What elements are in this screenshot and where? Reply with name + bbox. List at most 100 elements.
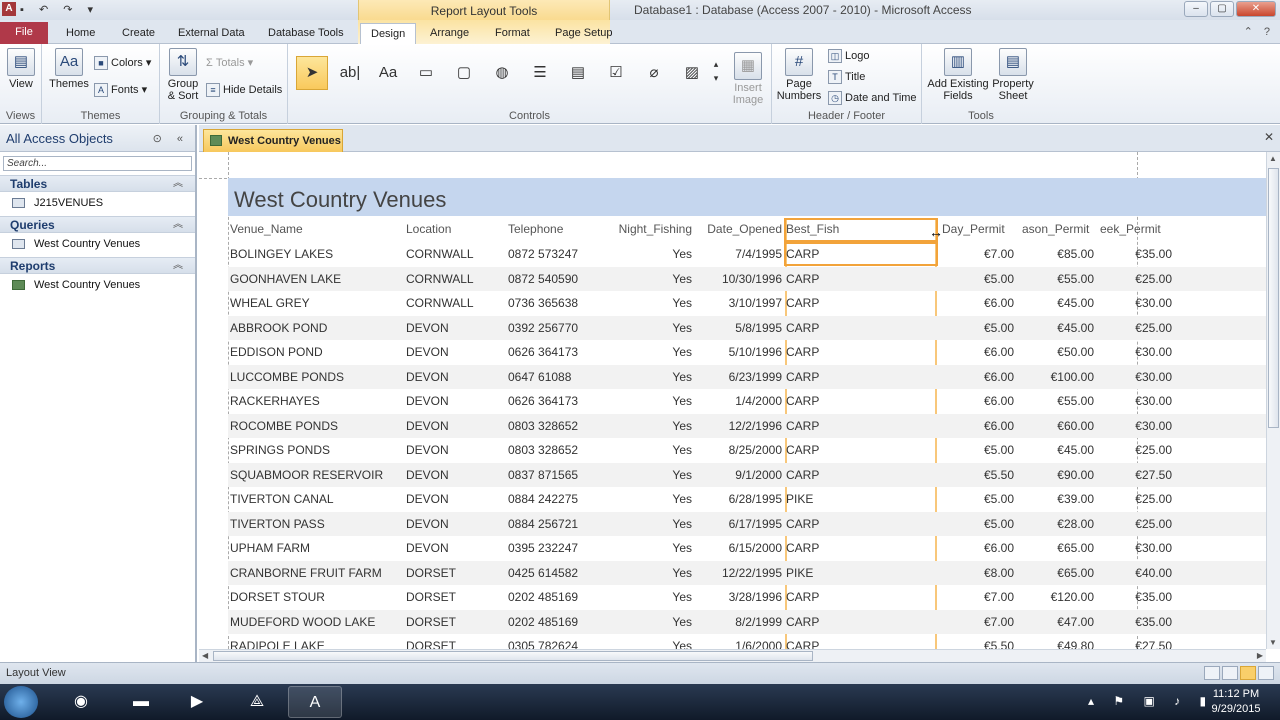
tab-database-tools[interactable]: Database Tools — [258, 23, 354, 44]
cell-venue-name[interactable]: DORSET STOUR — [230, 585, 400, 609]
column-header-day-permit[interactable]: Day_Permit — [942, 222, 1005, 236]
cell-date-opened[interactable]: 3/28/1996 — [700, 585, 782, 609]
cell-telephone[interactable]: 0202 485169 — [508, 610, 608, 634]
cell-location[interactable]: DEVON — [406, 438, 502, 462]
cell-night-fishing[interactable]: Yes — [612, 389, 692, 413]
cell-date-opened[interactable]: 6/17/1995 — [700, 512, 782, 536]
image-control-icon[interactable]: ▨ — [676, 56, 708, 90]
vertical-scroll-thumb[interactable] — [1268, 168, 1279, 428]
cell-week-permit[interactable]: €35.00 — [1100, 585, 1172, 609]
cell-day-permit[interactable]: €7.00 — [942, 585, 1014, 609]
cell-date-opened[interactable]: 12/22/1995 — [700, 561, 782, 585]
tab-format[interactable]: Format — [485, 23, 540, 44]
cell-location[interactable]: CORNWALL — [406, 242, 502, 266]
cell-best-fish[interactable]: CARP — [786, 242, 936, 266]
cell-day-permit[interactable]: €7.00 — [942, 610, 1014, 634]
horizontal-scroll-thumb[interactable] — [213, 651, 813, 661]
cell-night-fishing[interactable]: Yes — [612, 316, 692, 340]
cell-week-permit[interactable]: €27.50 — [1100, 634, 1172, 649]
file-explorer-icon[interactable]: ▬ — [114, 686, 168, 718]
cell-night-fishing[interactable]: Yes — [612, 512, 692, 536]
checkbox-control-icon[interactable]: ☑ — [600, 56, 632, 90]
cell-day-permit[interactable]: €5.50 — [942, 463, 1014, 487]
cell-venue-name[interactable]: ROCOMBE PONDS — [230, 414, 400, 438]
cell-season-permit[interactable]: €60.00 — [1022, 414, 1094, 438]
logo-button[interactable]: ◫ Logo — [828, 49, 869, 63]
tab-create[interactable]: Create — [112, 23, 165, 44]
cell-best-fish[interactable]: CARP — [786, 414, 936, 438]
cell-week-permit[interactable]: €25.00 — [1100, 512, 1172, 536]
nav-search-input[interactable]: Search... ⚲ — [3, 156, 209, 171]
cell-location[interactable]: DEVON — [406, 463, 502, 487]
scroll-down-icon[interactable]: ▼ — [1269, 638, 1277, 647]
cell-location[interactable]: DEVON — [406, 365, 502, 389]
cell-location[interactable]: DORSET — [406, 634, 502, 649]
cell-location[interactable]: DEVON — [406, 487, 502, 511]
tab-external-data[interactable]: External Data — [168, 23, 255, 44]
report-title[interactable]: West Country Venues — [234, 187, 446, 213]
media-player-icon[interactable]: ▶ — [170, 686, 224, 718]
insert-image-button[interactable]: ▦ Insert Image — [728, 52, 768, 106]
cell-week-permit[interactable]: €25.00 — [1100, 316, 1172, 340]
tab-control-icon[interactable]: ▢ — [448, 56, 480, 90]
cell-location[interactable]: DEVON — [406, 414, 502, 438]
cell-venue-name[interactable]: MUDEFORD WOOD LAKE — [230, 610, 400, 634]
collapse-section-icon[interactable]: ︽ — [173, 217, 183, 233]
cell-week-permit[interactable]: €30.00 — [1100, 365, 1172, 389]
cell-day-permit[interactable]: €6.00 — [942, 414, 1014, 438]
cell-location[interactable]: DEVON — [406, 340, 502, 364]
group-sort-button[interactable]: ⇅ Group & Sort — [164, 48, 202, 102]
cell-telephone[interactable]: 0647 61088 — [508, 365, 608, 389]
tab-design[interactable]: Design — [360, 23, 417, 44]
cell-day-permit[interactable]: €8.00 — [942, 561, 1014, 585]
cell-venue-name[interactable]: TIVERTON CANAL — [230, 487, 400, 511]
colors-button[interactable]: ■ Colors ▾ — [94, 56, 151, 71]
cell-day-permit[interactable]: €6.00 — [942, 340, 1014, 364]
attachment-control-icon[interactable]: ⌀ — [638, 56, 670, 90]
horizontal-scrollbar[interactable]: ◀ ▶ — [199, 649, 1266, 662]
cell-date-opened[interactable]: 10/30/1996 — [700, 267, 782, 291]
cell-telephone[interactable]: 0626 364173 — [508, 389, 608, 413]
report-view-icon[interactable] — [1204, 666, 1220, 680]
cell-telephone[interactable]: 0803 328652 — [508, 438, 608, 462]
cell-date-opened[interactable]: 1/4/2000 — [700, 389, 782, 413]
cell-night-fishing[interactable]: Yes — [612, 414, 692, 438]
cell-season-permit[interactable]: €85.00 — [1022, 242, 1094, 266]
cell-best-fish[interactable]: CARP — [786, 365, 936, 389]
hyperlink-control-icon[interactable]: ◍ — [486, 56, 518, 90]
nav-pane-header[interactable]: All Access Objects ⊙ « — [0, 125, 195, 152]
textbox-control-icon[interactable]: ab| — [334, 56, 366, 90]
cell-season-permit[interactable]: €50.00 — [1022, 340, 1094, 364]
tab-file[interactable]: File — [0, 22, 48, 44]
nav-section-tables[interactable]: Tables ︽ — [0, 175, 195, 192]
report-layout-canvas[interactable]: West Country Venues Venue_Name Location Te… — [199, 152, 1266, 649]
cell-best-fish[interactable]: PIKE — [786, 561, 936, 585]
cell-week-permit[interactable]: €30.00 — [1100, 414, 1172, 438]
nav-item-report[interactable]: West Country Venues — [0, 274, 195, 296]
scroll-up-icon[interactable]: ▲ — [1269, 154, 1277, 163]
cell-best-fish[interactable]: CARP — [786, 536, 936, 560]
cell-season-permit[interactable]: €47.00 — [1022, 610, 1094, 634]
cell-best-fish[interactable]: CARP — [786, 512, 936, 536]
cell-week-permit[interactable]: €30.00 — [1100, 340, 1172, 364]
nav-section-reports[interactable]: Reports ︽ — [0, 257, 195, 274]
cell-season-permit[interactable]: €90.00 — [1022, 463, 1094, 487]
cell-week-permit[interactable]: €27.50 — [1100, 463, 1172, 487]
hide-details-button[interactable]: ≡ Hide Details — [206, 83, 282, 97]
cell-day-permit[interactable]: €5.00 — [942, 438, 1014, 462]
cell-day-permit[interactable]: €5.00 — [942, 267, 1014, 291]
label-control-icon[interactable]: Aa — [372, 56, 404, 90]
access-app-icon[interactable]: A — [2, 2, 16, 16]
cell-week-permit[interactable]: €25.00 — [1100, 438, 1172, 462]
cell-venue-name[interactable]: CRANBORNE FRUIT FARM — [230, 561, 400, 585]
cell-venue-name[interactable]: BOLINGEY LAKES — [230, 242, 400, 266]
button-control-icon[interactable]: ▭ — [410, 56, 442, 90]
cell-date-opened[interactable]: 7/4/1995 — [700, 242, 782, 266]
cell-season-permit[interactable]: €65.00 — [1022, 536, 1094, 560]
cell-night-fishing[interactable]: Yes — [612, 610, 692, 634]
cell-location[interactable]: DEVON — [406, 389, 502, 413]
cell-venue-name[interactable]: RADIPOLE LAKE — [230, 634, 400, 649]
document-tab-report[interactable]: West Country Venues — [203, 129, 343, 152]
cell-venue-name[interactable]: SPRINGS PONDS — [230, 438, 400, 462]
scroll-right-icon[interactable]: ▶ — [1257, 651, 1263, 660]
